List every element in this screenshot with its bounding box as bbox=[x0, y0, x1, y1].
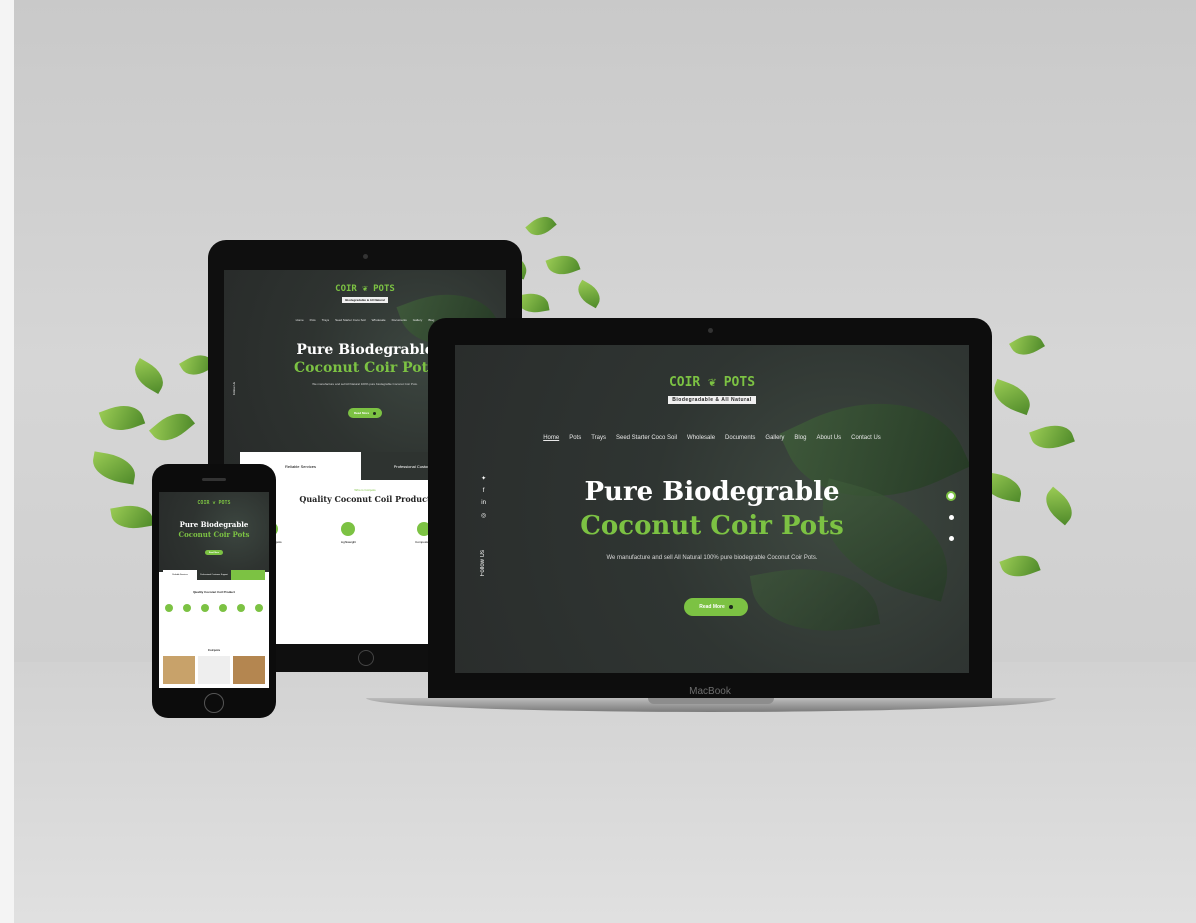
nav-blog[interactable]: Blog bbox=[794, 435, 806, 441]
nav-wholesale[interactable]: Wholesale bbox=[687, 435, 715, 441]
nav-seed-starter[interactable]: Seed Starter Coco Soil bbox=[616, 435, 677, 441]
nav-home[interactable]: Home bbox=[543, 435, 559, 441]
product-thumbnail[interactable] bbox=[198, 656, 230, 684]
read-more-button[interactable]: Read More bbox=[684, 598, 748, 616]
nav-documents[interactable]: Documents bbox=[392, 318, 407, 322]
site-logo[interactable]: COIR ❦ POTS Biodegradable & All Natural bbox=[455, 375, 969, 405]
phone-section-title: Quality Coconut Coil Product bbox=[193, 590, 235, 594]
laptop-screen: COIR ❦ POTS Biodegradable & All Natural … bbox=[455, 345, 969, 673]
benefit-icon bbox=[237, 604, 245, 612]
benefit-icon bbox=[183, 604, 191, 612]
feature-reliable: Reliable Services bbox=[163, 570, 197, 580]
tablet-logo: COIR ❦ POTS Biodegradable & All Natural bbox=[335, 284, 395, 303]
nav-trays[interactable]: Trays bbox=[591, 435, 606, 441]
laptop-camera bbox=[708, 328, 713, 333]
mockup-scene: COIR ❦ POTS Biodegradable & All Natural … bbox=[0, 0, 1196, 923]
slider-dot[interactable] bbox=[948, 515, 954, 520]
slider-dot-active[interactable] bbox=[948, 493, 954, 499]
phone-speaker bbox=[202, 478, 226, 481]
tablet-home-button bbox=[358, 650, 374, 666]
leaf-icon: ❦ bbox=[708, 375, 716, 390]
main-nav: Home Pots Trays Seed Starter Coco Soil W… bbox=[455, 435, 969, 441]
benefit-icon bbox=[165, 604, 173, 612]
product-thumbnail[interactable] bbox=[163, 656, 195, 684]
phone-product-grid bbox=[163, 656, 265, 684]
leaf-icon: ❦ bbox=[362, 284, 368, 294]
phone-logo: COIR ❦ POTS bbox=[197, 500, 231, 506]
tablet-follow-label: Follow Us bbox=[232, 382, 236, 396]
phone-hero-title-2: Coconut Coir Pots bbox=[178, 530, 250, 539]
laptop-device: COIR ❦ POTS Biodegradable & All Natural … bbox=[428, 318, 992, 702]
nav-soil[interactable]: Seed Starter Coco Soil bbox=[335, 318, 366, 322]
phone-benefits bbox=[165, 604, 263, 612]
nav-pots[interactable]: Pots bbox=[569, 435, 581, 441]
nav-about-us[interactable]: About Us bbox=[816, 435, 841, 441]
hero-title-line-2: Coconut Coir Pots bbox=[580, 511, 844, 541]
phone-features-bar: Reliable Services Professional Customer … bbox=[163, 570, 265, 580]
nav-home[interactable]: Home bbox=[296, 318, 304, 322]
nav-wholesale[interactable]: Wholesale bbox=[372, 318, 386, 322]
benefit-icon bbox=[219, 604, 227, 612]
hero-title-line-1: Pure Biodegrable bbox=[584, 477, 840, 507]
tablet-camera bbox=[363, 254, 368, 259]
nav-gallery[interactable]: Gallery bbox=[765, 435, 784, 441]
benefit-icon bbox=[255, 604, 263, 612]
feature-support: Professional Customer Support bbox=[197, 570, 231, 580]
nav-documents[interactable]: Documents bbox=[725, 435, 755, 441]
nav-contact-us[interactable]: Contact Us bbox=[851, 435, 881, 441]
feature-accent bbox=[231, 570, 265, 580]
leaf-icon: ❦ bbox=[212, 500, 216, 506]
phone-device: COIR ❦ POTS Pure Biodegrable Coconut Coi… bbox=[152, 464, 276, 718]
left-margin bbox=[0, 0, 14, 923]
nav-gallery[interactable]: Gallery bbox=[413, 318, 423, 322]
follow-us-label: Follow Us bbox=[480, 550, 486, 577]
slider-dots bbox=[948, 493, 954, 541]
tablet-read-more-button[interactable]: Read More bbox=[348, 408, 382, 418]
phone-hero: COIR ❦ POTS Pure Biodegrable Coconut Coi… bbox=[159, 492, 269, 572]
product-thumbnail[interactable] bbox=[233, 656, 265, 684]
phone-products-title: Coirpots bbox=[207, 648, 221, 652]
phone-read-more-button[interactable]: Read More bbox=[205, 550, 223, 555]
benefit-item: Lightweight bbox=[341, 522, 356, 544]
benefit-icon bbox=[201, 604, 209, 612]
hero-subtitle: We manufacture and sell All Natural 100%… bbox=[606, 555, 818, 561]
phone-screen: COIR ❦ POTS Pure Biodegrable Coconut Coi… bbox=[159, 492, 269, 688]
laptop-notch bbox=[648, 698, 774, 704]
nav-pots[interactable]: Pots bbox=[310, 318, 316, 322]
phone-hero-title-1: Pure Biodegrable bbox=[179, 520, 249, 529]
nav-trays[interactable]: Trays bbox=[322, 318, 329, 322]
laptop-brand-label: MacBook bbox=[689, 686, 731, 697]
phone-home-button bbox=[204, 693, 224, 713]
slider-dot[interactable] bbox=[948, 536, 954, 541]
